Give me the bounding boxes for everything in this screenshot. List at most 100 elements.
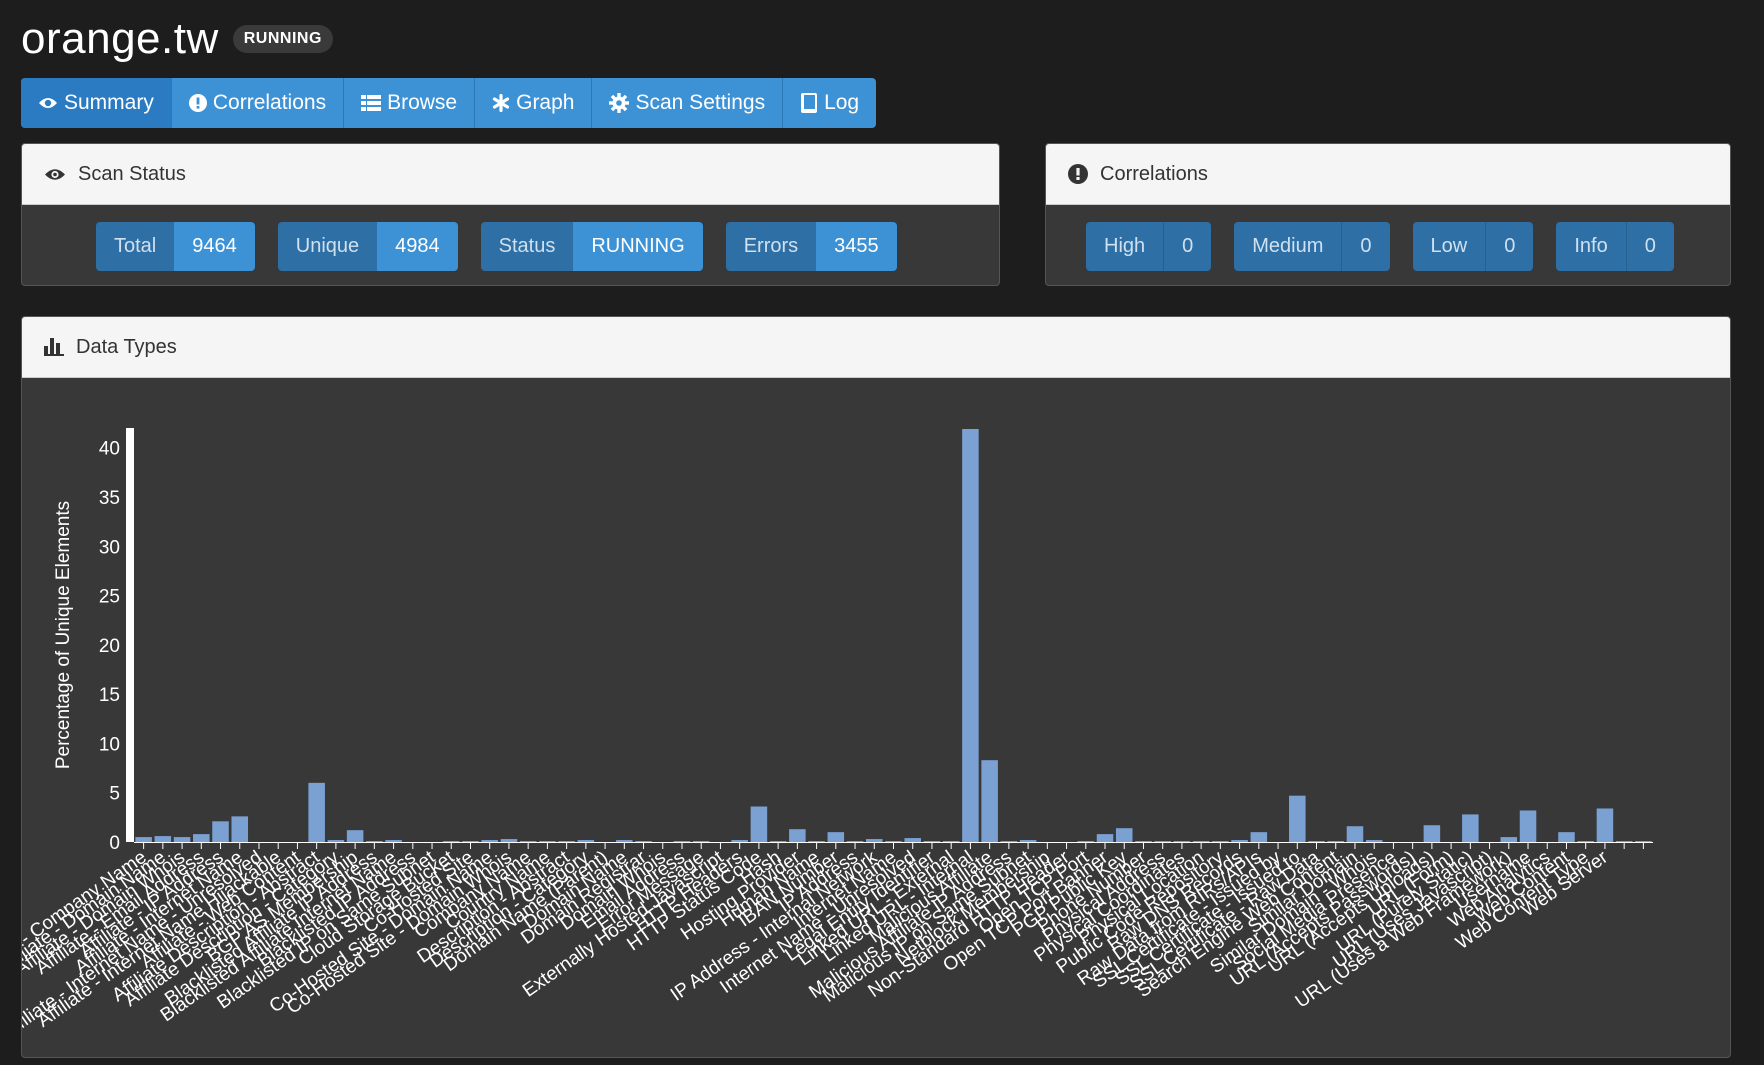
stat-label: Info bbox=[1556, 222, 1627, 271]
bar bbox=[558, 841, 575, 842]
bar bbox=[1615, 841, 1633, 842]
bar bbox=[577, 840, 595, 842]
y-tick-label: 40 bbox=[99, 439, 120, 460]
tab-browse[interactable]: Browse bbox=[344, 78, 476, 128]
bar bbox=[808, 841, 825, 842]
bar bbox=[442, 841, 460, 842]
bar bbox=[385, 840, 402, 842]
bar bbox=[962, 428, 979, 842]
bar bbox=[866, 839, 883, 842]
tab-label: Log bbox=[824, 91, 860, 114]
tab-correlations[interactable]: Correlations bbox=[172, 78, 345, 128]
bar bbox=[750, 806, 768, 842]
bar bbox=[135, 837, 152, 842]
bar bbox=[731, 840, 748, 842]
gear-icon bbox=[609, 93, 630, 113]
bar bbox=[308, 782, 325, 842]
bar bbox=[212, 821, 229, 842]
stat-label: Low bbox=[1412, 222, 1487, 271]
bar bbox=[1365, 840, 1383, 842]
stat-label: Unique bbox=[277, 222, 378, 271]
bar bbox=[1519, 810, 1537, 842]
bar bbox=[1346, 826, 1364, 842]
bar bbox=[1000, 841, 1018, 842]
bar bbox=[692, 841, 710, 842]
bar bbox=[1423, 825, 1441, 842]
bar bbox=[1096, 834, 1114, 842]
stat-value: 0 bbox=[1626, 222, 1674, 271]
panel-title: Scan Status bbox=[78, 162, 186, 185]
stat-value: 0 bbox=[1164, 222, 1212, 271]
bar bbox=[1019, 840, 1037, 842]
bar bbox=[481, 840, 498, 842]
title-row: orange.tw RUNNING bbox=[21, 14, 333, 64]
stat-medium[interactable]: Medium 0 bbox=[1234, 222, 1390, 271]
bar bbox=[1289, 795, 1306, 842]
y-tick-label: 15 bbox=[99, 685, 120, 706]
correlations-panel: Correlations High 0 Medium 0 Low 0 Info … bbox=[1045, 143, 1731, 286]
stat-total[interactable]: Total 9464 bbox=[96, 222, 255, 271]
bar bbox=[1231, 840, 1248, 842]
stat-status[interactable]: Status RUNNING bbox=[480, 222, 703, 271]
tab-label: Graph bbox=[516, 91, 575, 114]
bar bbox=[885, 841, 902, 842]
bar bbox=[1596, 808, 1614, 842]
bar bbox=[1192, 841, 1210, 842]
y-tick-label: 25 bbox=[99, 587, 120, 608]
bar bbox=[942, 841, 960, 842]
bar bbox=[981, 760, 998, 842]
bar bbox=[1327, 841, 1345, 842]
stat-value: 3455 bbox=[816, 222, 897, 271]
bar bbox=[1154, 841, 1171, 842]
exclamation-circle-icon bbox=[1068, 164, 1088, 184]
status-badge: RUNNING bbox=[232, 25, 333, 53]
stat-unique[interactable]: Unique 4984 bbox=[277, 222, 458, 271]
correlations-header: Correlations bbox=[1046, 144, 1730, 205]
panel-title: Data Types bbox=[76, 335, 177, 358]
stat-label: Total bbox=[96, 222, 175, 271]
tab-label: Scan Settings bbox=[635, 91, 766, 114]
tab-label: Browse bbox=[387, 91, 458, 114]
bar bbox=[539, 841, 556, 842]
tab-scan-settings[interactable]: Scan Settings bbox=[592, 78, 784, 128]
exclamation-circle-icon bbox=[188, 94, 207, 112]
stat-value: RUNNING bbox=[573, 222, 703, 271]
bar bbox=[1077, 841, 1095, 842]
scan-status-stats: Total 9464 Unique 4984 Status RUNNING Er… bbox=[96, 222, 920, 271]
bar bbox=[231, 816, 249, 842]
stat-value: 0 bbox=[1342, 222, 1390, 271]
bar-chart-icon bbox=[44, 338, 64, 356]
stat-label: Medium bbox=[1234, 222, 1343, 271]
scan-status-header: Scan Status bbox=[22, 144, 999, 205]
eye-icon bbox=[44, 167, 66, 182]
asterisk-icon bbox=[492, 94, 510, 112]
bar bbox=[1250, 832, 1268, 842]
stat-low[interactable]: Low 0 bbox=[1412, 222, 1534, 271]
y-tick-label: 0 bbox=[109, 833, 120, 854]
tab-label: Correlations bbox=[212, 91, 327, 114]
panel-title: Correlations bbox=[1100, 162, 1208, 185]
y-tick-label: 5 bbox=[109, 784, 120, 805]
bar bbox=[769, 841, 787, 842]
stat-value: 4984 bbox=[377, 222, 458, 271]
bar bbox=[1500, 837, 1518, 842]
data-types-chart: 0 5 10 15 20 25 30 35 40 Percentage of Unique Ele… bbox=[22, 428, 1653, 1043]
stat-value: 0 bbox=[1486, 222, 1534, 271]
y-tick-label: 30 bbox=[99, 537, 120, 558]
bar bbox=[519, 841, 537, 842]
tab-summary[interactable]: Summary bbox=[21, 78, 172, 128]
bar bbox=[1558, 832, 1575, 842]
list-icon bbox=[361, 95, 382, 111]
bar bbox=[1462, 814, 1479, 842]
bar bbox=[1173, 841, 1191, 842]
stat-high[interactable]: High 0 bbox=[1086, 222, 1212, 271]
bar bbox=[193, 834, 210, 842]
tab-graph[interactable]: Graph bbox=[475, 78, 593, 128]
stat-value: 9464 bbox=[174, 222, 255, 271]
stat-info[interactable]: Info 0 bbox=[1556, 222, 1674, 271]
scan-status-panel: Scan Status Total 9464 Unique 4984 Statu… bbox=[21, 143, 1000, 286]
bar bbox=[789, 829, 806, 842]
tab-log[interactable]: Log bbox=[783, 78, 876, 128]
stat-errors[interactable]: Errors 3455 bbox=[725, 222, 897, 271]
y-tick-label: 35 bbox=[99, 488, 120, 509]
